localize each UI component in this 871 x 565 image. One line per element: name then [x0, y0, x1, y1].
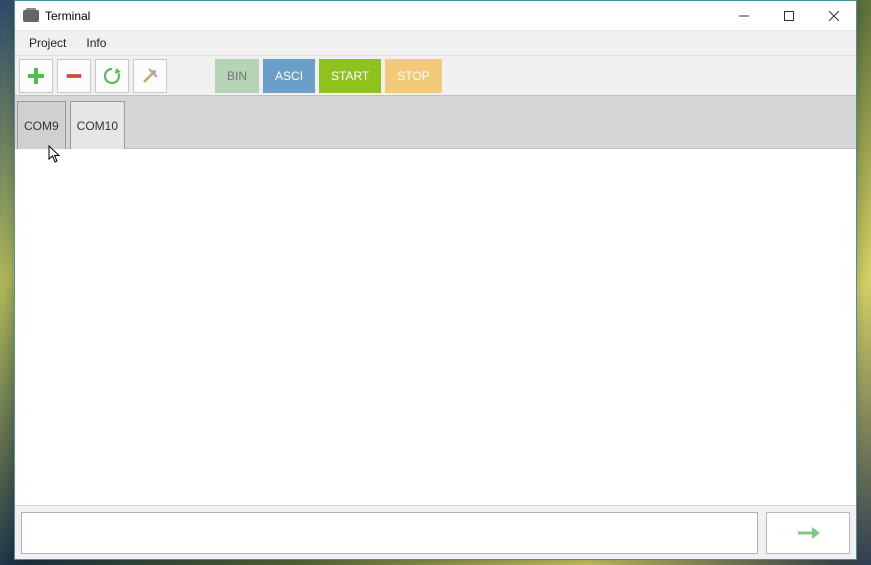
close-button[interactable]	[811, 1, 856, 31]
tab-label: COM10	[77, 119, 118, 133]
menubar: Project Info	[15, 31, 856, 55]
settings-button[interactable]	[133, 59, 167, 93]
terminal-output	[15, 149, 856, 505]
start-button[interactable]: START	[319, 59, 381, 93]
command-input[interactable]	[21, 512, 758, 554]
app-window: Terminal Project Info	[14, 0, 857, 560]
maximize-button[interactable]	[766, 1, 811, 31]
menu-project[interactable]: Project	[19, 33, 76, 53]
asci-button[interactable]: ASCI	[263, 59, 315, 93]
toolbar: BIN ASCI START STOP	[15, 55, 856, 95]
minimize-button[interactable]	[721, 1, 766, 31]
wrench-icon	[140, 66, 160, 86]
bin-button[interactable]: BIN	[215, 59, 259, 93]
refresh-button[interactable]	[95, 59, 129, 93]
menu-info[interactable]: Info	[76, 33, 116, 53]
minus-icon	[64, 66, 84, 86]
app-icon	[23, 10, 39, 22]
input-row	[15, 505, 856, 559]
window-title: Terminal	[45, 9, 90, 23]
tab-com9[interactable]: COM9	[17, 101, 66, 149]
titlebar: Terminal	[15, 1, 856, 31]
minimize-icon	[739, 11, 749, 21]
tab-com10[interactable]: COM10	[70, 101, 125, 149]
tab-strip: COM9 COM10	[15, 95, 856, 149]
add-button[interactable]	[19, 59, 53, 93]
plus-icon	[26, 66, 46, 86]
close-icon	[829, 11, 839, 21]
maximize-icon	[784, 11, 794, 21]
arrow-right-icon	[794, 523, 822, 543]
remove-button[interactable]	[57, 59, 91, 93]
tab-label: COM9	[24, 119, 59, 133]
send-button[interactable]	[766, 512, 850, 554]
stop-button[interactable]: STOP	[385, 59, 441, 93]
refresh-icon	[102, 66, 122, 86]
